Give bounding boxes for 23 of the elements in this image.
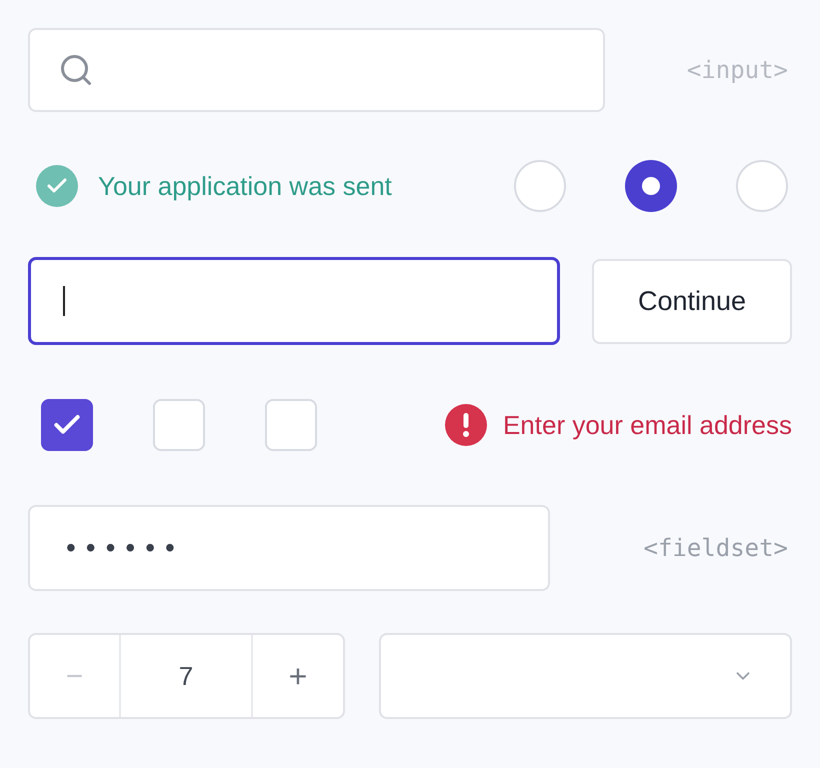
increment-button[interactable]: + <box>253 635 343 717</box>
number-stepper[interactable]: − 7 + <box>28 633 345 719</box>
password-field[interactable]: •••••• <box>28 505 550 591</box>
success-message: Your application was sent <box>98 170 392 202</box>
fieldset-tag-label: <fieldset> <box>644 533 789 564</box>
success-icon <box>36 165 78 207</box>
text-field[interactable] <box>28 257 560 345</box>
password-value: •••••• <box>66 531 185 565</box>
stepper-value: 7 <box>121 635 253 717</box>
checkbox[interactable] <box>41 399 93 451</box>
select-field[interactable] <box>379 633 792 719</box>
search-field[interactable] <box>28 28 605 112</box>
continue-button[interactable]: Continue <box>592 258 792 344</box>
radio-button[interactable] <box>625 160 677 212</box>
checkbox[interactable] <box>265 399 317 451</box>
checkbox[interactable] <box>153 399 205 451</box>
search-icon <box>58 52 94 88</box>
input-tag-label: <input> <box>686 55 789 86</box>
text-cursor <box>63 286 65 316</box>
radio-button[interactable] <box>514 160 566 212</box>
error-icon <box>444 404 487 446</box>
radio-button[interactable] <box>736 160 788 212</box>
error-message: Enter your email address <box>502 408 792 442</box>
